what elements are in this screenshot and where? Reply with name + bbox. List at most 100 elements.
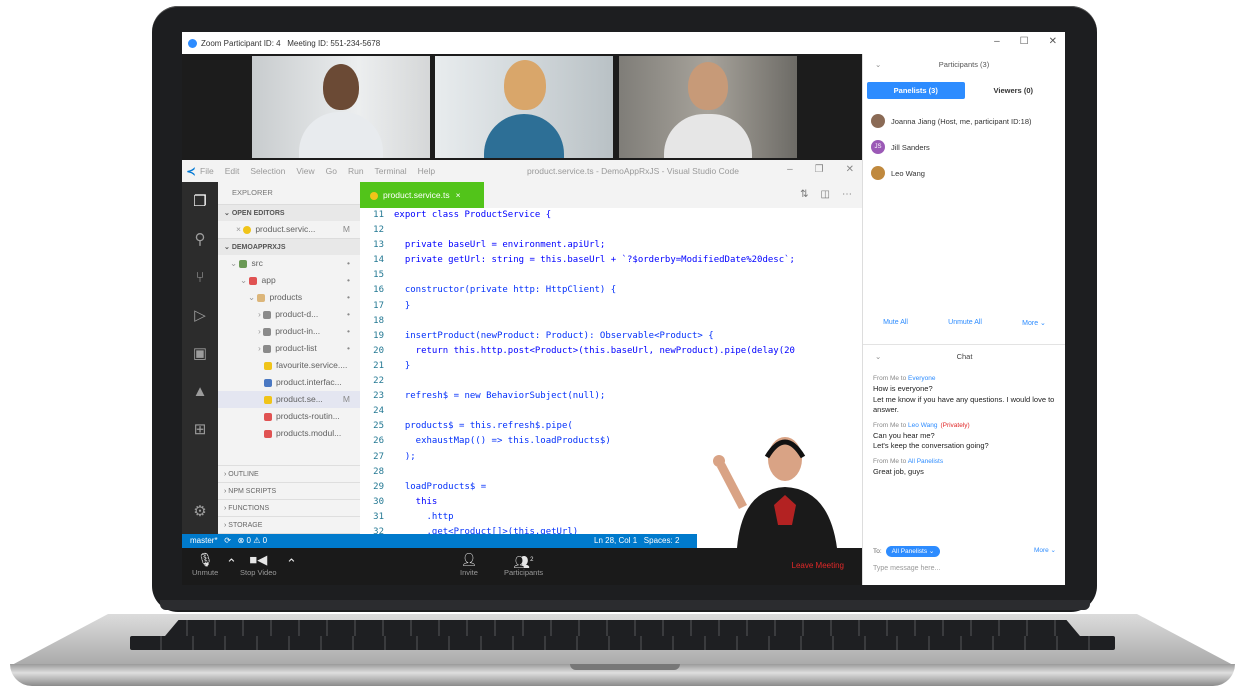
code-line[interactable]: 17 } — [360, 299, 862, 314]
tree-item[interactable]: favourite.service.... — [218, 357, 360, 374]
explorer-sidebar: EXPLORER ⌄ OPEN EDITORS × product.servic… — [218, 182, 360, 534]
code-line[interactable]: 22 — [360, 374, 862, 389]
tree-item[interactable]: products.modul... — [218, 425, 360, 442]
cursor-position[interactable]: Ln 28, Col 1 Spaces: 2 — [594, 534, 679, 548]
code-line[interactable]: 15 — [360, 268, 862, 283]
chat-collapse-icon[interactable]: ⌄ — [875, 345, 881, 369]
section-functions[interactable]: › FUNCTIONS — [218, 499, 360, 516]
section-storage[interactable]: › STORAGE — [218, 516, 360, 533]
git-status-badge: • — [347, 275, 350, 285]
code-text: } — [394, 360, 411, 371]
menu-item-edit[interactable]: Edit — [225, 166, 240, 176]
participants-button[interactable]: 👥︎2 Participants — [504, 552, 543, 577]
vscode-close-button[interactable]: ✕ — [846, 164, 854, 175]
line-number: 15 — [373, 270, 384, 281]
open-editor-item[interactable]: × product.servic... M — [218, 221, 360, 238]
settings-gear-icon[interactable]: ⚙ — [182, 492, 218, 530]
video-options-chevron[interactable]: ⌃ — [286, 556, 297, 572]
code-line[interactable]: 18 — [360, 314, 862, 329]
section-npm-scripts[interactable]: › NPM SCRIPTS — [218, 482, 360, 499]
chat-recipient[interactable]: Leo Wang — [908, 422, 937, 429]
tree-item[interactable]: › product-list • — [218, 340, 360, 357]
more-actions-icon[interactable]: ⋯ — [842, 189, 852, 200]
vscode-minimize-button[interactable]: – — [787, 164, 793, 175]
minimize-button[interactable]: – — [994, 36, 1000, 47]
source-control-icon[interactable]: ⑂ — [182, 258, 218, 296]
tree-item[interactable]: ⌄ src • — [218, 255, 360, 272]
collapse-chevron-icon[interactable]: ⌄ — [875, 54, 881, 76]
code-line[interactable]: 12 — [360, 223, 862, 238]
participants-more-button[interactable]: More ⌄ — [1022, 319, 1046, 327]
azure-icon[interactable]: ▲ — [182, 372, 218, 410]
unmute-button[interactable]: 🎙︎ Unmute — [192, 552, 218, 577]
menu-item-run[interactable]: Run — [348, 166, 364, 176]
tree-item[interactable]: ⌄ products • — [218, 289, 360, 306]
code-line[interactable]: 21 } — [360, 359, 862, 374]
search-icon[interactable]: ⚲ — [182, 220, 218, 258]
chat-recipient[interactable]: Everyone — [908, 375, 935, 382]
audio-options-chevron[interactable]: ⌃ — [226, 556, 237, 572]
remote-explorer-icon[interactable]: ▣ — [182, 334, 218, 372]
tree-item[interactable]: product.se... M — [218, 391, 360, 408]
open-editors-section[interactable]: ⌄ OPEN EDITORS — [218, 204, 360, 221]
code-line[interactable]: 16 constructor(private http: HttpClient)… — [360, 283, 862, 298]
tab-product-service[interactable]: product.service.ts × — [360, 182, 484, 208]
video-tile[interactable] — [252, 56, 430, 158]
video-tile[interactable] — [435, 56, 613, 158]
code-line[interactable]: 19 insertProduct(newProduct: Product): O… — [360, 329, 862, 344]
leave-meeting-button[interactable]: Leave Meeting — [792, 561, 844, 570]
code-line[interactable]: 23 refresh$ = new BehaviorSubject(null); — [360, 389, 862, 404]
chat-more-button[interactable]: More ⌄ — [1034, 546, 1056, 554]
tab-panelists[interactable]: Panelists (3) — [867, 82, 965, 99]
line-number: 14 — [373, 255, 384, 266]
tree-item[interactable]: products-routin... — [218, 408, 360, 425]
menu-item-file[interactable]: File — [200, 166, 214, 176]
mute-all-button[interactable]: Mute All — [883, 319, 908, 327]
branch-status[interactable]: master* ⟳ ⊗ 0 ⚠ 0 — [190, 534, 267, 548]
video-tile[interactable] — [619, 56, 797, 158]
tree-item[interactable]: › product-in... • — [218, 323, 360, 340]
code-line[interactable]: 14 private getUrl: string = this.baseUrl… — [360, 253, 862, 268]
menu-item-selection[interactable]: Selection — [250, 166, 285, 176]
git-status-badge: • — [347, 343, 350, 353]
close-tab-button[interactable]: × — [456, 190, 461, 200]
tree-item[interactable]: ⌄ app • — [218, 272, 360, 289]
code-line[interactable]: 13 private baseUrl = environment.apiUrl; — [360, 238, 862, 253]
close-button[interactable]: ✕ — [1049, 36, 1057, 47]
project-section[interactable]: ⌄ DEMOAPPRXJS — [218, 238, 360, 255]
tree-item-label: products.modul... — [276, 428, 342, 438]
chat-message-input[interactable]: Type message here... — [873, 565, 940, 572]
menu-item-help[interactable]: Help — [418, 166, 435, 176]
invite-button[interactable]: 👤︎ Invite — [460, 552, 478, 577]
maximize-button[interactable]: ☐ — [1020, 36, 1029, 47]
menu-item-view[interactable]: View — [296, 166, 314, 176]
code-line[interactable]: 20 return this.http.post<Product>(this.b… — [360, 344, 862, 359]
extensions-icon[interactable]: ⊞ — [182, 410, 218, 448]
chat-message: From Me to Leo Wang (Privately) Can you he… — [863, 421, 1065, 452]
tree-item[interactable]: › product-d... • — [218, 306, 360, 323]
tree-item-label: products-routin... — [276, 411, 340, 421]
code-text: export class ProductService { — [394, 210, 552, 220]
stop-video-button[interactable]: ■◀ Stop Video — [240, 552, 277, 577]
tree-item[interactable]: product.interfac... — [218, 374, 360, 391]
line-number: 24 — [373, 406, 384, 417]
unmute-all-button[interactable]: Unmute All — [948, 319, 982, 327]
split-editor-icon[interactable]: ◫ — [821, 189, 830, 200]
compare-icon[interactable]: ⇅ — [800, 189, 808, 200]
participant-row[interactable]: JS Jill Sanders — [863, 134, 1065, 160]
recipient-dropdown[interactable]: All Panelists ⌄ — [885, 546, 941, 557]
zoom-toolbar: 🎙︎ Unmute ⌃ ■◀ Stop Video ⌃ 👤︎ Invite 👥︎… — [182, 548, 862, 585]
line-number: 21 — [373, 360, 384, 371]
line-number: 11 — [373, 210, 384, 220]
code-line[interactable]: 11 export class ProductService { — [360, 208, 862, 223]
chat-recipient[interactable]: All Panelists — [908, 458, 943, 465]
section-outline[interactable]: › OUTLINE — [218, 465, 360, 482]
menu-item-terminal[interactable]: Terminal — [375, 166, 407, 176]
participant-row[interactable]: Leo Wang — [863, 160, 1065, 186]
explorer-icon[interactable]: ❐ — [182, 182, 218, 220]
menu-item-go[interactable]: Go — [326, 166, 337, 176]
tab-viewers[interactable]: Viewers (0) — [965, 82, 1063, 99]
participant-row[interactable]: Joanna Jiang (Host, me, participant ID:1… — [863, 108, 1065, 134]
vscode-restore-button[interactable]: ❐ — [815, 164, 824, 175]
run-debug-icon[interactable]: ▷ — [182, 296, 218, 334]
